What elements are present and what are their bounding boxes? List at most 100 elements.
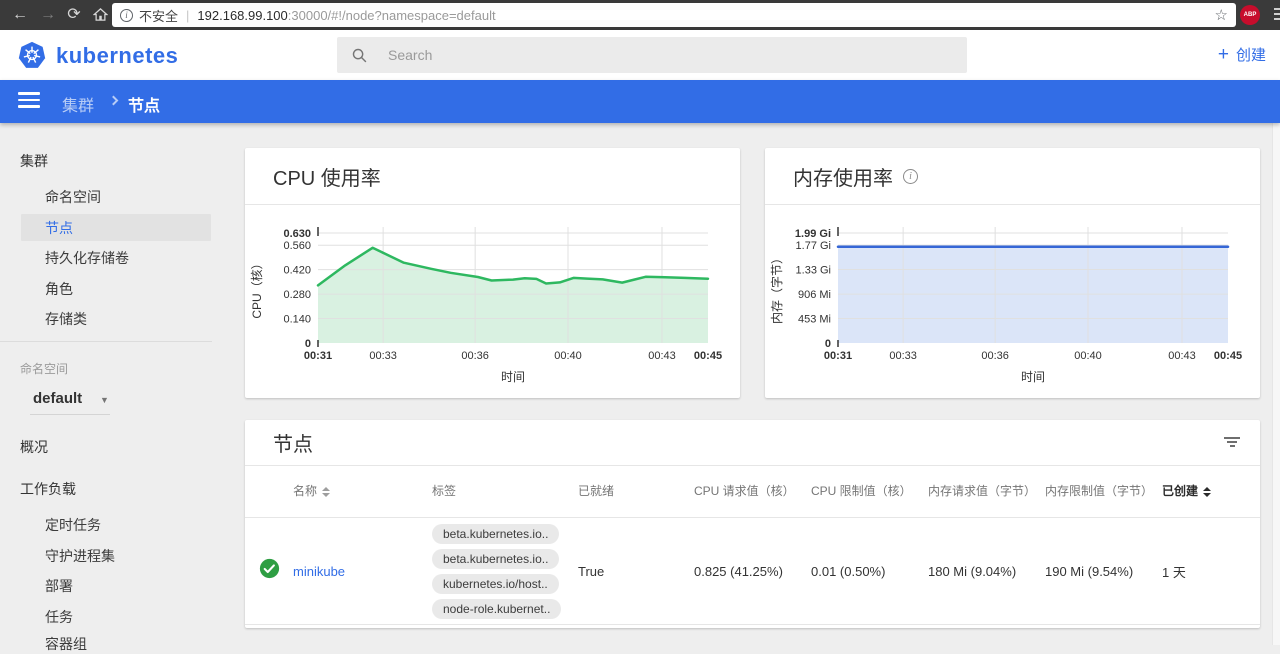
svg-text:0.560: 0.560 xyxy=(283,240,311,252)
sidebar-item-pods[interactable]: 容器组 xyxy=(45,634,87,654)
search-icon xyxy=(351,47,368,64)
sidebar-item-namespaces[interactable]: 命名空间 xyxy=(45,187,101,207)
svg-text:1.77 Gi: 1.77 Gi xyxy=(796,240,831,252)
column-header-labels[interactable]: 标签 xyxy=(432,483,578,499)
adblock-extension-icon[interactable]: ABP xyxy=(1240,5,1260,25)
column-header-name[interactable]: 名称 xyxy=(293,483,432,499)
label-chip[interactable]: node-role.kubernet.. xyxy=(432,599,561,619)
node-cpu-requests-value: 0.825 (41.25%) xyxy=(694,564,811,579)
svg-text:0.630: 0.630 xyxy=(283,228,311,240)
column-header-cpu-limits[interactable]: CPU 限制值（核） xyxy=(811,483,928,499)
filter-icon[interactable] xyxy=(1220,433,1244,453)
search-box[interactable] xyxy=(337,37,967,73)
column-header-ready[interactable]: 已就绪 xyxy=(578,483,694,499)
breadcrumb-parent[interactable]: 集群 xyxy=(62,92,94,116)
node-age-value: 1 天 xyxy=(1162,562,1260,581)
node-memory-requests-value: 180 Mi (9.04%) xyxy=(928,564,1045,579)
table-row: minikube beta.kubernetes.io.. beta.kuber… xyxy=(245,518,1260,625)
reload-icon[interactable]: ⟳ xyxy=(62,3,86,27)
namespace-select-underline xyxy=(30,414,110,415)
sidebar-item-jobs[interactable]: 任务 xyxy=(45,607,73,627)
address-bar[interactable]: i 不安全 | 192.168.99.100:30000/#!/node?nam… xyxy=(112,3,1236,27)
sort-icon xyxy=(322,487,330,497)
svg-text:0: 0 xyxy=(305,338,311,350)
menu-hamburger-icon[interactable] xyxy=(18,92,40,112)
browser-menu-icon[interactable] xyxy=(1274,8,1280,23)
svg-text:CPU（核）: CPU（核） xyxy=(250,257,264,318)
status-ok-icon xyxy=(259,558,280,579)
page-content: 集群 命名空间 节点 持久化存储卷 角色 存储类 命名空间 default ▼ … xyxy=(0,123,1280,645)
create-button[interactable]: + 创建 xyxy=(1218,44,1266,65)
sidebar-item-persistent-volumes[interactable]: 持久化存储卷 xyxy=(45,248,129,268)
svg-text:00:40: 00:40 xyxy=(554,350,582,362)
svg-text:00:43: 00:43 xyxy=(648,350,676,362)
column-header-cpu-requests[interactable]: CPU 请求值（核） xyxy=(694,483,811,499)
sort-icon xyxy=(1203,487,1211,497)
sidebar-item-overview[interactable]: 概况 xyxy=(20,437,48,457)
sidebar-item-storage-classes[interactable]: 存储类 xyxy=(45,309,87,329)
column-header-memory-requests[interactable]: 内存请求值（字节） xyxy=(928,483,1045,499)
info-icon[interactable]: i xyxy=(903,169,918,184)
label-chip[interactable]: kubernetes.io/host.. xyxy=(432,574,559,594)
memory-chart-title: 内存使用率 xyxy=(793,162,893,191)
sidebar-section-cluster[interactable]: 集群 xyxy=(20,151,48,171)
nodes-table-title: 节点 xyxy=(273,428,313,457)
url-text: 192.168.99.100:30000/#!/node?namespace=d… xyxy=(197,8,1214,23)
svg-text:时间: 时间 xyxy=(501,370,525,384)
sidebar-divider xyxy=(0,341,212,342)
brand-title: kubernetes xyxy=(56,43,178,69)
svg-text:0.420: 0.420 xyxy=(283,265,311,277)
svg-text:00:36: 00:36 xyxy=(981,350,1009,362)
chevron-right-icon xyxy=(109,96,119,106)
sidebar-item-roles[interactable]: 角色 xyxy=(45,279,73,299)
svg-text:906 Mi: 906 Mi xyxy=(798,289,831,301)
breadcrumb-current: 节点 xyxy=(128,92,160,116)
sidebar-item-deployments[interactable]: 部署 xyxy=(45,576,73,596)
svg-text:0.280: 0.280 xyxy=(283,289,311,301)
home-icon[interactable] xyxy=(88,3,112,30)
namespace-label: 命名空间 xyxy=(20,360,68,377)
plus-icon: + xyxy=(1218,47,1229,62)
svg-text:00:36: 00:36 xyxy=(461,350,489,362)
memory-usage-card: 内存使用率 i 0 453 Mi 906 Mi 1.33 Gi 1.77 Gi1.99 … xyxy=(765,148,1260,398)
svg-text:1.33 Gi: 1.33 Gi xyxy=(796,264,831,276)
namespace-select[interactable]: default xyxy=(33,390,82,407)
app-header: kubernetes + 创建 xyxy=(0,30,1280,80)
forward-icon[interactable]: → xyxy=(36,3,60,27)
cpu-usage-chart: 00.1400.2800.4200.5600.63000:3100:3300:3… xyxy=(245,205,740,397)
sidebar-section-workloads[interactable]: 工作负载 xyxy=(20,479,76,499)
svg-text:00:45: 00:45 xyxy=(1214,350,1242,362)
svg-text:0: 0 xyxy=(825,338,831,350)
label-chip[interactable]: beta.kubernetes.io.. xyxy=(432,549,559,569)
svg-text:00:31: 00:31 xyxy=(824,350,852,362)
create-button-label: 创建 xyxy=(1236,44,1266,65)
memory-usage-chart: 0 453 Mi 906 Mi 1.33 Gi 1.77 Gi1.99 Gi 00:31 0… xyxy=(765,205,1260,397)
label-chip[interactable]: beta.kubernetes.io.. xyxy=(432,524,559,544)
svg-text:00:43: 00:43 xyxy=(1168,350,1196,362)
browser-toolbar: ← → ⟳ i 不安全 | 192.168.99.100:30000/#!/no… xyxy=(0,0,1280,30)
bookmark-star-icon[interactable]: ☆ xyxy=(1215,6,1228,24)
search-input[interactable] xyxy=(386,46,926,64)
svg-text:1.99 Gi: 1.99 Gi xyxy=(795,228,831,240)
page-info-icon[interactable]: i xyxy=(120,9,133,22)
cpu-usage-card: CPU 使用率 00.1400.2800.4200.5600.63000:310… xyxy=(245,148,740,398)
sidebar-item-daemon-sets[interactable]: 守护进程集 xyxy=(45,546,115,566)
svg-text:00:40: 00:40 xyxy=(1074,350,1102,362)
page-scrollbar[interactable] xyxy=(1272,123,1280,645)
breadcrumb-bar: 集群 节点 xyxy=(0,80,1280,123)
node-name-link[interactable]: minikube xyxy=(293,564,345,579)
sidebar-item-nodes[interactable]: 节点 xyxy=(45,218,73,238)
svg-text:时间: 时间 xyxy=(1021,370,1045,384)
url-host: 192.168.99.100 xyxy=(197,8,287,23)
column-header-created[interactable]: 已创建 xyxy=(1162,483,1260,499)
svg-text:453 Mi: 453 Mi xyxy=(798,314,831,326)
back-icon[interactable]: ← xyxy=(8,3,32,27)
table-header-row: 名称 标签 已就绪 CPU 请求值（核） CPU 限制值（核） 内存请求值（字节… xyxy=(245,466,1260,518)
node-labels: beta.kubernetes.io.. beta.kubernetes.io.… xyxy=(432,520,578,623)
column-header-memory-limits[interactable]: 内存限制值（字节） xyxy=(1045,483,1162,499)
caret-down-icon[interactable]: ▼ xyxy=(100,395,109,405)
sidebar-item-cron-jobs[interactable]: 定时任务 xyxy=(45,515,101,535)
svg-text:00:31: 00:31 xyxy=(304,350,332,362)
svg-text:00:33: 00:33 xyxy=(369,350,397,362)
node-cpu-limits-value: 0.01 (0.50%) xyxy=(811,564,928,579)
